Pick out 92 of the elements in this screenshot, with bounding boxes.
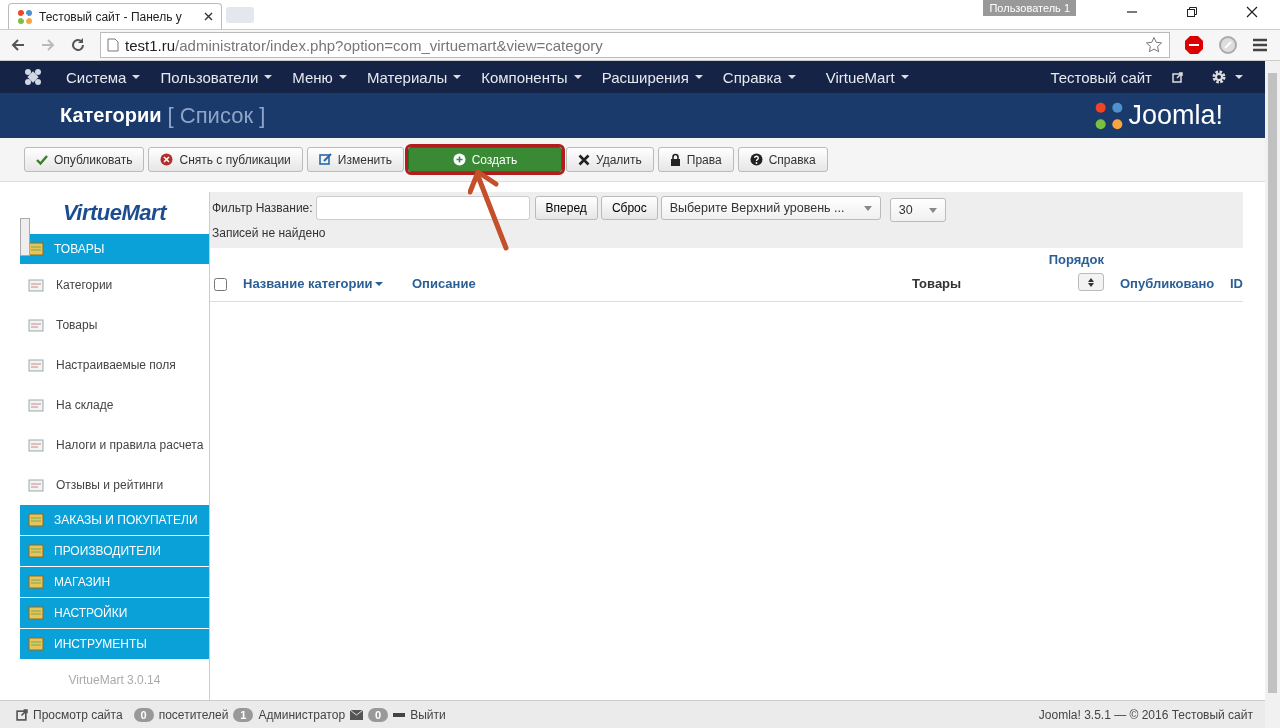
- save-order-button[interactable]: [1078, 273, 1104, 291]
- checkmark-icon: [36, 153, 48, 166]
- toolbar-button[interactable]: Права: [657, 147, 734, 172]
- toolbar-button[interactable]: Снять с публикации: [148, 147, 303, 172]
- envelope-icon: [350, 709, 364, 720]
- joomla-logo-icon[interactable]: [24, 68, 42, 86]
- nav-menu-item[interactable]: VirtueMart: [825, 68, 909, 86]
- go-button[interactable]: Вперед: [534, 196, 598, 220]
- sort-arrows-icon: [1088, 277, 1094, 287]
- stop-sign-icon[interactable]: [1184, 35, 1204, 55]
- sidebar-item[interactable]: На складе: [20, 385, 209, 425]
- view-site-link[interactable]: Просмотр сайта: [33, 707, 123, 722]
- collapse-handle[interactable]: [20, 218, 30, 256]
- external-link-icon: [1172, 71, 1183, 83]
- toolbar-button[interactable]: Справка: [737, 147, 828, 172]
- list-icon: [28, 477, 44, 493]
- settings-icon[interactable]: [1211, 69, 1227, 85]
- list-icon: [28, 317, 44, 333]
- logout-link[interactable]: Выйти: [410, 707, 446, 722]
- sidebar-item[interactable]: Отзывы и рейтинги: [20, 465, 209, 505]
- address-bar[interactable]: test1.ru/administrator/index.php?option=com_virtuemart&view=category: [100, 32, 1170, 58]
- section-icon: [28, 637, 44, 651]
- back-icon[interactable]: [10, 37, 26, 53]
- caret-icon[interactable]: [1235, 75, 1243, 79]
- cancel-circle-icon: [160, 153, 174, 166]
- limit-select[interactable]: 30: [889, 198, 946, 222]
- browser-tab[interactable]: Тестовый сайт - Панель у: [8, 3, 222, 29]
- column-header: Товары: [912, 276, 962, 291]
- nav-menu-item[interactable]: Компоненты: [481, 68, 582, 86]
- restore-icon[interactable]: [1186, 6, 1198, 18]
- select-all-checkbox[interactable]: [214, 278, 227, 291]
- list-icon: [28, 357, 44, 373]
- nav-menu-item[interactable]: Пользователи: [160, 68, 273, 86]
- toolbar-button[interactable]: Изменить: [306, 147, 404, 172]
- column-header[interactable]: Название категории: [243, 276, 384, 291]
- toolbar-button[interactable]: Создать: [407, 147, 562, 172]
- admins-label: Администратор: [258, 707, 346, 722]
- copyright-text: Joomla! 3.5.1 — © 2016 Тестовый сайт: [1038, 707, 1253, 722]
- nav-menu-item[interactable]: Справка: [722, 68, 796, 86]
- list-icon: [28, 437, 44, 453]
- nav-menu-item[interactable]: Расширения: [601, 68, 703, 86]
- column-header[interactable]: Порядок: [1048, 252, 1104, 267]
- section-icon: [28, 575, 44, 589]
- star-icon[interactable]: [1145, 36, 1163, 54]
- list-icon: [28, 277, 44, 293]
- minus-icon: [393, 712, 406, 717]
- sidebar-item[interactable]: Товары: [20, 305, 209, 345]
- list-icon: [28, 397, 44, 413]
- page-subtitle: [ Список ]: [167, 102, 266, 129]
- joomla-logo-icon: [17, 8, 33, 25]
- sidebar-item[interactable]: Категории: [20, 265, 209, 305]
- page-title: Категории: [60, 104, 162, 127]
- sidebar-item[interactable]: Настраиваемые поля: [20, 345, 209, 385]
- nav-menu-item[interactable]: Меню: [292, 68, 347, 86]
- plus-circle-icon: [452, 153, 466, 166]
- section-icon: [28, 606, 44, 620]
- tab-title: Тестовый сайт - Панель у: [39, 9, 183, 24]
- lock-icon: [669, 153, 681, 166]
- version-text: VirtueMart 3.0.14: [67, 672, 162, 689]
- toolbar-button[interactable]: Опубликовать: [24, 147, 145, 172]
- nav-menu-item[interactable]: Материалы: [366, 68, 462, 86]
- filter-input[interactable]: [315, 196, 530, 220]
- close-icon[interactable]: [204, 12, 213, 21]
- parent-category-select[interactable]: Выберите Верхний уровень ...: [660, 196, 881, 220]
- joomla-logo-text: Joomla!: [1128, 100, 1223, 131]
- count-badge: 0: [368, 707, 389, 722]
- count-badge: 0: [133, 707, 154, 722]
- column-header[interactable]: Описание: [412, 276, 476, 291]
- no-records-message: Записей не найдено: [212, 226, 327, 240]
- nav-menu-item[interactable]: Система: [66, 68, 141, 86]
- site-link[interactable]: Тестовый сайт: [1050, 68, 1152, 86]
- reset-button[interactable]: Сброс: [600, 196, 658, 220]
- close-icon[interactable]: [1246, 6, 1258, 18]
- column-header[interactable]: Опубликовано: [1120, 276, 1215, 291]
- section-icon: [28, 513, 44, 527]
- scrollbar[interactable]: [1265, 61, 1280, 728]
- visitors-label: посетителей: [158, 707, 229, 722]
- edit-icon: [318, 153, 332, 166]
- virtuemart-logo: VirtueMart: [62, 199, 169, 227]
- joomla-logo-icon: [1094, 100, 1125, 131]
- count-badge: 1: [233, 707, 254, 722]
- help-icon: [749, 153, 763, 166]
- toolbar-button[interactable]: Удалить: [565, 147, 654, 172]
- column-header[interactable]: ID: [1230, 276, 1243, 291]
- reload-icon[interactable]: [70, 37, 86, 53]
- menu-icon[interactable]: [1252, 38, 1268, 52]
- filter-label: Фильтр Название:: [212, 201, 313, 215]
- page-icon: [107, 38, 119, 52]
- cross-icon: [577, 153, 590, 166]
- sidebar-item[interactable]: Налоги и правила расчета: [20, 425, 209, 465]
- external-link-icon: [16, 708, 28, 721]
- section-icon: [28, 544, 44, 558]
